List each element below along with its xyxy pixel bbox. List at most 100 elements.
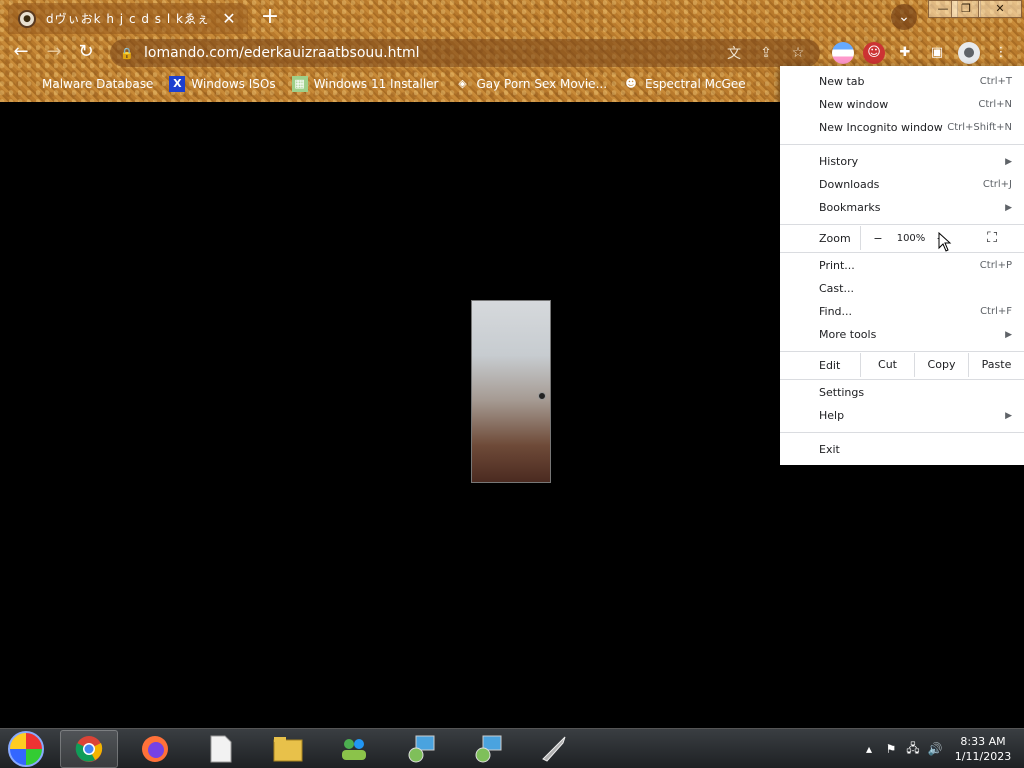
forward-arrow-icon[interactable]: →: [41, 39, 67, 65]
bookmark-windows-isos[interactable]: X Windows ISOs: [163, 72, 281, 96]
submenu-arrow-icon: ▶: [1005, 156, 1012, 167]
reload-icon[interactable]: ↻: [73, 39, 99, 65]
submenu-arrow-icon: ▶: [1005, 410, 1012, 421]
taskbar-firefox-icon[interactable]: [126, 730, 184, 768]
volume-icon[interactable]: 🔊: [924, 742, 946, 756]
menu-label: History: [819, 155, 859, 168]
menu-shortcut: Ctrl+T: [979, 76, 1012, 87]
menu-edit-row: Edit Cut Copy Paste: [780, 353, 1024, 377]
url-text[interactable]: lomando.com/ederkauizraatbsouu.html: [144, 45, 714, 61]
menu-new-window[interactable]: New window Ctrl+N: [780, 93, 1024, 116]
zoom-out-button[interactable]: −: [872, 232, 884, 245]
new-tab-button[interactable]: +: [258, 5, 282, 29]
menu-bookmarks[interactable]: Bookmarks ▶: [780, 196, 1024, 219]
submenu-arrow-icon: ▶: [1005, 329, 1012, 340]
menu-label: New Incognito window: [819, 121, 943, 134]
taskbar: ▴ ⚑ 🖧 🔊 8:33 AM 1/11/2023: [0, 728, 1024, 768]
menu-cast[interactable]: Cast...: [780, 277, 1024, 300]
bookmark-label: Windows 11 Installer: [313, 77, 439, 91]
window-close-button[interactable]: ✕: [978, 0, 1022, 18]
taskbar-network-users-icon[interactable]: [325, 730, 383, 768]
menu-label: Exit: [819, 443, 840, 456]
tab-search-chevron-down-icon[interactable]: ⌄: [891, 4, 917, 30]
menu-new-tab[interactable]: New tab Ctrl+T: [780, 70, 1024, 93]
tab-title: dヴぃおk h j c d s l kゑぇ: [46, 12, 210, 26]
taskbar-computer-app-1-icon[interactable]: [392, 730, 450, 768]
menu-shortcut: Ctrl+N: [978, 99, 1012, 110]
fullscreen-icon[interactable]: ⛶: [984, 230, 1000, 246]
menu-history[interactable]: History ▶: [780, 150, 1024, 173]
menu-new-incognito-window[interactable]: New Incognito window Ctrl+Shift+N: [780, 116, 1024, 139]
toolbar: ← → ↻ 🔒 lomando.com/ederkauizraatbsouu.h…: [0, 34, 1024, 70]
face-icon: ☻: [625, 77, 637, 90]
taskbar-computer-app-2-icon[interactable]: [459, 730, 517, 768]
taskbar-document-icon[interactable]: [192, 730, 250, 768]
menu-separator: [780, 432, 1024, 433]
door-image[interactable]: [471, 300, 551, 483]
show-hidden-icons-chevron-up-icon[interactable]: ▴: [858, 742, 880, 756]
bookmark-malware-database[interactable]: Malware Database: [14, 72, 159, 96]
bookmark-espectral-mcgee[interactable]: ☻ Espectral McGee: [617, 72, 752, 96]
menu-label: Cast...: [819, 282, 854, 295]
x-icon: X: [169, 76, 186, 92]
translate-icon[interactable]: 文: [722, 43, 746, 63]
extensions-puzzle-icon[interactable]: ✚: [894, 42, 916, 64]
menu-find[interactable]: Find... Ctrl+F: [780, 300, 1024, 323]
menu-more-tools[interactable]: More tools ▶: [780, 323, 1024, 346]
bookmark-label: Gay Porn Sex Movie...: [476, 77, 608, 91]
window-maximize-button[interactable]: ❐: [951, 0, 981, 18]
profile-icon[interactable]: ●: [958, 42, 980, 64]
screen: ● dヴぃおk h j c d s l kゑぇ ✕ + ⌄ — ❐ ✕ ← → …: [0, 0, 1024, 768]
star-icon[interactable]: ☆: [786, 45, 810, 61]
menu-shortcut: Ctrl+Shift+N: [947, 122, 1012, 133]
menu-label: Find...: [819, 305, 853, 318]
clock-time: 8:33 AM: [960, 735, 1006, 748]
chrome-app-menu: New tab Ctrl+T New window Ctrl+N New Inc…: [780, 66, 1024, 465]
cut-button[interactable]: Cut: [860, 353, 914, 377]
computer-globe-icon: [408, 735, 435, 763]
menu-exit[interactable]: Exit: [780, 438, 1024, 461]
extension-flag-icon[interactable]: [832, 42, 854, 64]
start-button[interactable]: [8, 731, 44, 767]
menu-separator: [780, 144, 1024, 145]
clock[interactable]: 8:33 AM 1/11/2023: [946, 734, 1020, 764]
menu-settings[interactable]: Settings: [780, 381, 1024, 404]
action-center-flag-icon[interactable]: ⚑: [880, 742, 902, 756]
menu-separator: [780, 252, 1024, 253]
menu-separator: [780, 224, 1024, 225]
menu-separator: [780, 379, 1024, 380]
share-icon[interactable]: ⇪: [754, 45, 778, 61]
globe-icon: ◈: [458, 77, 467, 90]
tab-active[interactable]: ● dヴぃおk h j c d s l kゑぇ ✕: [8, 3, 248, 34]
bookmark-label: Malware Database: [42, 77, 154, 91]
taskbar-file-explorer-icon[interactable]: [259, 730, 317, 768]
paste-button[interactable]: Paste: [968, 353, 1024, 377]
lock-icon[interactable]: 🔒: [120, 47, 134, 60]
side-panel-icon[interactable]: ▣: [926, 42, 948, 64]
bookmark-label: Espectral McGee: [645, 77, 746, 91]
zoom-value: 100%: [896, 232, 926, 244]
menu-print[interactable]: Print... Ctrl+P: [780, 254, 1024, 277]
system-tray: ▴ ⚑ 🖧 🔊 8:33 AM 1/11/2023: [858, 729, 1024, 768]
address-bar[interactable]: 🔒 lomando.com/ederkauizraatbsouu.html 文 …: [110, 39, 820, 67]
mouse-pointer-icon: [938, 232, 952, 252]
taskbar-tool-icon[interactable]: [525, 730, 583, 768]
back-arrow-icon[interactable]: ←: [8, 39, 34, 65]
extension-avatar-icon[interactable]: ☺: [863, 42, 885, 64]
sword-icon: [542, 736, 566, 762]
tab-close-icon[interactable]: ✕: [220, 9, 238, 28]
copy-button[interactable]: Copy: [914, 353, 968, 377]
bookmark-windows-11-installer[interactable]: ▦ Windows 11 Installer: [286, 72, 445, 96]
menu-help[interactable]: Help ▶: [780, 404, 1024, 427]
clock-date: 1/11/2023: [954, 750, 1012, 763]
menu-downloads[interactable]: Downloads Ctrl+J: [780, 173, 1024, 196]
chrome-logo-icon: [75, 736, 103, 762]
bookmark-gay-porn-sex-movie[interactable]: ◈ Gay Porn Sex Movie...: [448, 72, 613, 96]
menu-kebab-icon[interactable]: ⋮: [990, 42, 1012, 64]
menu-label: Print...: [819, 259, 855, 272]
network-icon[interactable]: 🖧: [902, 739, 924, 760]
menu-label: Bookmarks: [819, 201, 881, 214]
folder-icon: [273, 737, 303, 762]
computer-globe-icon: [475, 735, 502, 763]
taskbar-chrome-icon[interactable]: [60, 730, 118, 768]
